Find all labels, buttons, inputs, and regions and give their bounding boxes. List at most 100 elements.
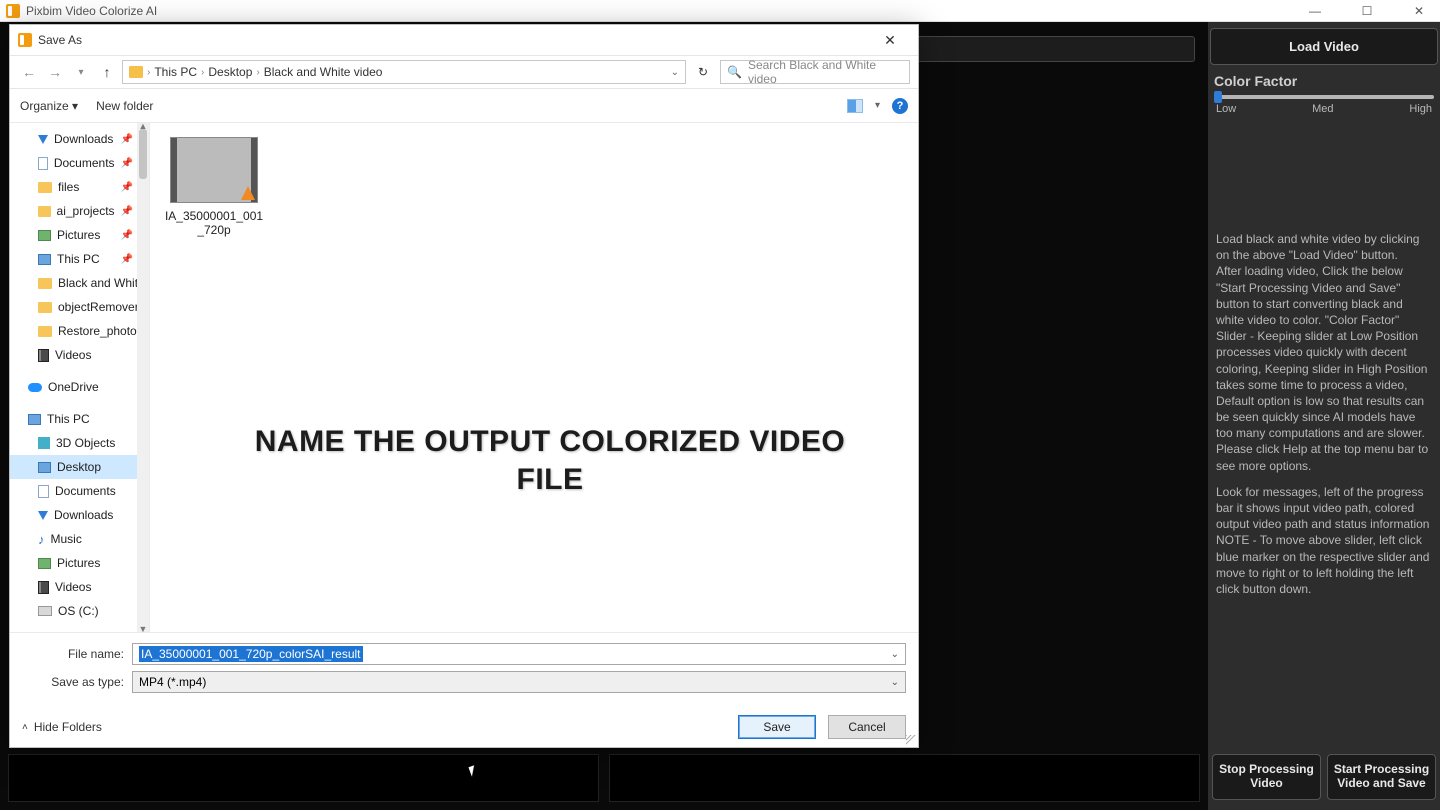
nav-documents2[interactable]: Documents	[10, 479, 149, 503]
nav-scrollbar[interactable]: ▲ ▼	[137, 123, 149, 632]
dialog-nav-bar: ← → ▾ ↑ › This PC › Desktop › Black and …	[10, 55, 918, 89]
breadcrumb-pc[interactable]: This PC	[154, 65, 197, 79]
scroll-down-icon[interactable]: ▼	[137, 624, 149, 632]
search-input[interactable]: 🔍 Search Black and White video	[720, 60, 910, 84]
instructions-text: Load black and white video by clicking o…	[1210, 225, 1438, 613]
nav-files[interactable]: files📌	[10, 175, 149, 199]
pin-icon: 📌	[121, 182, 133, 193]
slider-label-high: High	[1409, 103, 1432, 115]
slider-thumb[interactable]	[1214, 91, 1222, 103]
window-controls: — ☐ ✕	[1300, 4, 1434, 18]
resize-grip-icon[interactable]	[906, 735, 916, 745]
nav-pictures2[interactable]: Pictures	[10, 551, 149, 575]
folder-icon	[38, 182, 52, 193]
file-item[interactable]: IA_35000001_001_720p	[164, 137, 264, 237]
new-folder-button[interactable]: New folder	[96, 99, 153, 113]
nav-recent-icon[interactable]: ▾	[70, 67, 92, 78]
progress-segment	[609, 754, 1200, 802]
scrollbar-thumb[interactable]	[139, 129, 147, 179]
nav-pictures[interactable]: Pictures📌	[10, 223, 149, 247]
nav-os-c[interactable]: OS (C:)	[10, 599, 149, 623]
navigation-pane[interactable]: Downloads📌 Documents📌 files📌 ai_projects…	[10, 123, 150, 632]
cancel-button[interactable]: Cancel	[828, 715, 906, 739]
pictures-icon	[38, 558, 51, 569]
right-panel: Load Video Color Factor Low Med High Loa…	[1208, 22, 1440, 810]
filename-row: File name: IA_35000001_001_720p_colorSAI…	[22, 643, 906, 665]
refresh-button[interactable]: ↻	[690, 60, 716, 84]
nav-3d-objects[interactable]: 3D Objects	[10, 431, 149, 455]
pc-icon	[38, 254, 51, 265]
filename-value: IA_35000001_001_720p_colorSAI_result	[139, 646, 363, 662]
dialog-footer-buttons: ˄ Hide Folders Save Cancel	[22, 715, 906, 739]
nav-object-remover[interactable]: objectRemoverS	[10, 295, 149, 319]
nav-onedrive[interactable]: OneDrive	[10, 375, 149, 399]
chevron-right-icon: ›	[256, 67, 259, 78]
breadcrumb-folder[interactable]: Black and White video	[264, 65, 383, 79]
maximize-button[interactable]: ☐	[1352, 4, 1382, 18]
view-options-icon[interactable]	[847, 99, 863, 113]
nav-documents[interactable]: Documents📌	[10, 151, 149, 175]
pictures-icon	[38, 230, 51, 241]
nav-desktop[interactable]: Desktop	[10, 455, 149, 479]
nav-thispc[interactable]: This PC	[10, 407, 149, 431]
minimize-button[interactable]: —	[1300, 4, 1330, 18]
nav-downloads2[interactable]: Downloads	[10, 503, 149, 527]
folder-icon	[129, 66, 143, 78]
pin-icon: 📌	[121, 206, 133, 217]
cloud-icon	[28, 383, 42, 392]
drive-icon	[38, 606, 52, 616]
nav-music[interactable]: ♪Music	[10, 527, 149, 551]
close-button[interactable]: ✕	[1404, 4, 1434, 18]
desktop-icon	[38, 462, 51, 473]
save-button[interactable]: Save	[738, 715, 816, 739]
nav-downloads[interactable]: Downloads📌	[10, 127, 149, 151]
app-titlebar: Pixbim Video Colorize AI — ☐ ✕	[0, 0, 1440, 22]
app-logo-icon	[6, 4, 20, 18]
color-factor-slider[interactable]: Low Med High	[1210, 91, 1438, 115]
start-processing-button[interactable]: Start Processing Video and Save	[1327, 754, 1436, 800]
document-icon	[38, 485, 49, 498]
progress-area	[8, 754, 1200, 802]
nav-restore-photos[interactable]: Restore_photos	[10, 319, 149, 343]
filename-input[interactable]: IA_35000001_001_720p_colorSAI_result ⌄	[132, 643, 906, 665]
nav-videos[interactable]: Videos	[10, 343, 149, 367]
breadcrumb-desktop[interactable]: Desktop	[208, 65, 252, 79]
dialog-titlebar[interactable]: Save As ✕	[10, 25, 918, 55]
hide-folders-toggle[interactable]: ˄ Hide Folders	[22, 720, 102, 734]
video-icon	[38, 581, 49, 594]
pin-icon: 📌	[121, 230, 133, 241]
load-video-button[interactable]: Load Video	[1210, 28, 1438, 65]
nav-thispc-quick[interactable]: This PC📌	[10, 247, 149, 271]
vlc-cone-icon	[241, 186, 255, 200]
stop-processing-button[interactable]: Stop Processing Video	[1212, 754, 1321, 800]
file-list-pane[interactable]: IA_35000001_001_720p NAME THE OUTPUT COL…	[150, 123, 918, 632]
nav-forward-icon[interactable]: →	[44, 64, 66, 80]
organize-button[interactable]: Organize ▾	[20, 99, 78, 113]
nav-videos2[interactable]: Videos	[10, 575, 149, 599]
video-icon	[38, 349, 49, 362]
nav-back-icon[interactable]: ←	[18, 64, 40, 80]
instructions-p2: Look for messages, left of the progress …	[1216, 484, 1432, 597]
folder-icon	[38, 206, 51, 217]
chevron-down-icon[interactable]: ▾	[875, 100, 880, 111]
pc-icon	[28, 414, 41, 425]
nav-ai-projects[interactable]: ai_projects📌	[10, 199, 149, 223]
nav-bw-video[interactable]: Black and White	[10, 271, 149, 295]
help-icon[interactable]: ?	[892, 98, 908, 114]
cube-icon	[38, 437, 50, 449]
address-bar[interactable]: › This PC › Desktop › Black and White vi…	[122, 60, 686, 84]
savetype-value: MP4 (*.mp4)	[139, 675, 206, 689]
savetype-combo[interactable]: MP4 (*.mp4) ⌄	[132, 671, 906, 693]
nav-up-icon[interactable]: ↑	[96, 64, 118, 80]
chevron-down-icon[interactable]: ⌄	[671, 67, 679, 78]
download-icon	[38, 511, 48, 520]
slider-label-med: Med	[1312, 103, 1333, 115]
dialog-body: Downloads📌 Documents📌 files📌 ai_projects…	[10, 123, 918, 632]
chevron-down-icon[interactable]: ⌄	[891, 649, 899, 660]
savetype-row: Save as type: MP4 (*.mp4) ⌄	[22, 671, 906, 693]
filename-label: File name:	[22, 647, 132, 661]
instructions-p1: Load black and white video by clicking o…	[1216, 231, 1432, 474]
slider-track[interactable]	[1214, 95, 1434, 99]
video-thumbnail-icon	[170, 137, 258, 203]
dialog-close-button[interactable]: ✕	[870, 32, 910, 49]
